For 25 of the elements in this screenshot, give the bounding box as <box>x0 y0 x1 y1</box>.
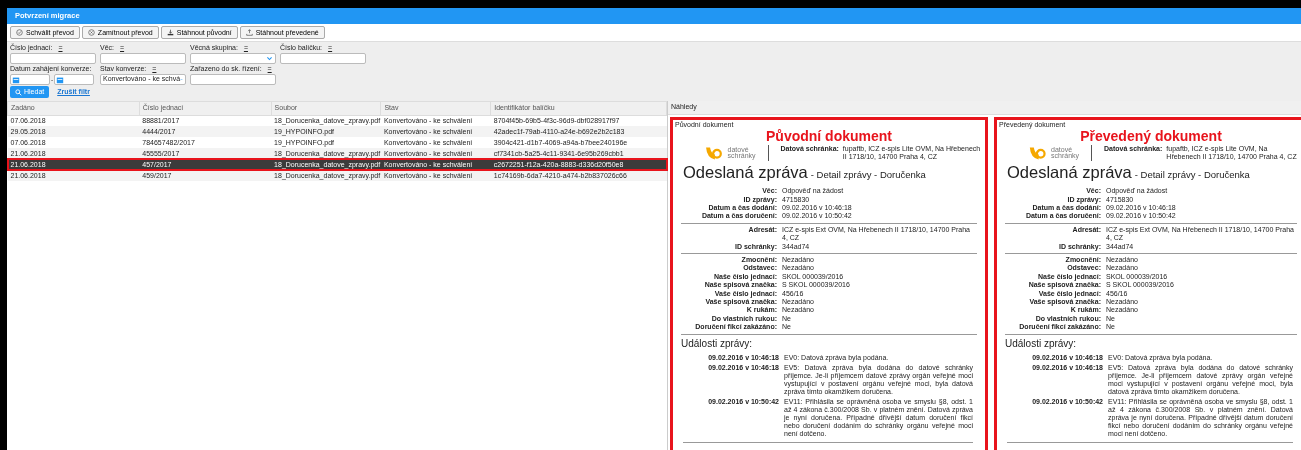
input-field[interactable] <box>190 74 276 85</box>
document-heading: Odeslaná zpráva <box>683 163 808 184</box>
section-heading: Události zprávy: <box>1004 336 1078 351</box>
caret-icon <box>266 55 273 62</box>
search-icon <box>15 88 22 96</box>
document-subheading: - Detail zprávy - Doručenka <box>1134 169 1250 181</box>
annotation-title: Převedený dokument <box>1079 129 1223 145</box>
upload-icon <box>245 29 253 36</box>
date-field[interactable] <box>54 74 95 85</box>
input-field[interactable] <box>10 53 96 64</box>
document-heading: Odeslaná zpráva <box>1007 163 1132 184</box>
calendar-icon <box>12 76 20 85</box>
logo-icon <box>703 144 724 161</box>
input-field[interactable] <box>280 53 366 64</box>
annotation-title: Původní dokument <box>765 129 893 145</box>
calendar-icon <box>56 76 65 85</box>
download-icon <box>166 29 174 36</box>
section-heading: Události zprávy: <box>680 336 754 351</box>
logo-icon <box>1027 144 1048 161</box>
document-subheading: - Detail zprávy - Doručenka <box>810 169 926 181</box>
check-circle-icon <box>16 29 23 36</box>
select-field[interactable] <box>190 53 276 64</box>
input-field[interactable] <box>100 53 186 64</box>
cross-circle-icon <box>87 29 95 36</box>
date-field[interactable] <box>10 74 50 85</box>
